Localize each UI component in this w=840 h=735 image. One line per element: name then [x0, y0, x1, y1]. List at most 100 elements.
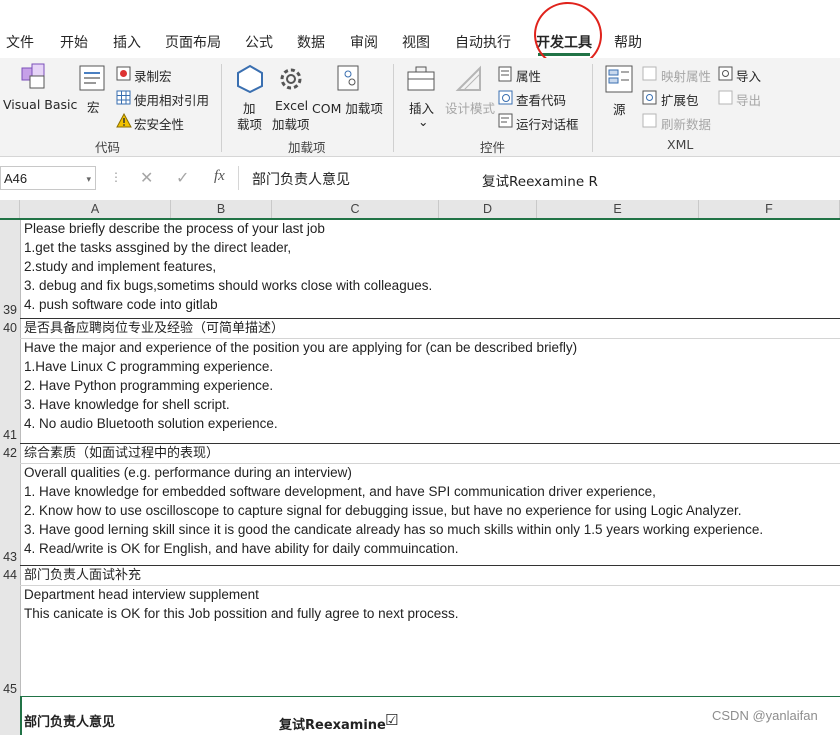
column-header-d[interactable]: D — [439, 200, 537, 218]
addins-label-line2[interactable]: 载项 — [237, 114, 262, 133]
cell-text: 2.study and implement features, — [24, 259, 217, 274]
visual-basic-button[interactable]: Visual Basic — [3, 97, 77, 112]
separator — [592, 64, 593, 152]
tab-data[interactable]: 数据 — [297, 28, 325, 58]
view-code-button[interactable]: 查看代码 — [516, 90, 566, 109]
properties-button[interactable]: 属性 — [516, 66, 541, 85]
xml-source-button[interactable]: 源 — [613, 99, 626, 118]
tab-home[interactable]: 开始 — [60, 28, 88, 58]
cell-text: Overall qualities (e.g. performance duri… — [24, 465, 352, 480]
watermark: CSDN @yanlaifan — [712, 708, 818, 723]
dropdown-arrow-icon[interactable]: ▾ — [86, 167, 91, 191]
row-header-41[interactable]: 41 — [0, 428, 20, 442]
insert-function-icon[interactable]: fx — [214, 168, 225, 185]
run-dialog-icon — [498, 113, 513, 128]
cell-text: 3. Have knowledge for shell script. — [24, 397, 230, 412]
ribbon: Visual Basic 宏 录制宏 使用相对引用 宏安全性 代码 加 载项 E… — [0, 58, 840, 157]
cell-text: Department head interview supplement — [24, 587, 259, 602]
row-header-44[interactable]: 44 — [0, 568, 20, 582]
map-properties-icon — [642, 66, 657, 81]
macro-button[interactable]: 宏 — [87, 97, 100, 116]
row-header-40[interactable]: 40 — [0, 321, 20, 335]
group-label-code: 代码 — [95, 140, 121, 155]
checkbox-icon[interactable]: ☑ — [385, 711, 398, 729]
excel-addins-line2[interactable]: 加载项 — [272, 114, 310, 133]
run-dialog-button[interactable]: 运行对话框 — [516, 114, 579, 133]
cancel-icon[interactable]: ✕ — [140, 168, 153, 188]
cell-text: 1.get the tasks assgined by the direct l… — [24, 240, 292, 255]
visual-basic-icon — [21, 63, 45, 89]
tab-page-layout[interactable]: 页面布局 — [165, 28, 221, 58]
separator — [221, 64, 222, 152]
row-header-42[interactable]: 42 — [0, 446, 20, 460]
column-header-c[interactable]: C — [272, 200, 439, 218]
expansion-packs-button[interactable]: 扩展包 — [661, 90, 699, 109]
selected-cell-border — [20, 697, 22, 735]
excel-addins-line1[interactable]: Excel — [275, 98, 308, 113]
com-addins-icon — [337, 65, 359, 91]
group-label-controls: 控件 — [480, 140, 506, 155]
xml-source-icon — [605, 65, 633, 93]
select-all-corner[interactable] — [0, 200, 20, 218]
cell-text: 2. Have Python programming experience. — [24, 378, 274, 393]
cell-text: 2. Know how to use oscilloscope to captu… — [24, 503, 742, 518]
import-button[interactable]: 导入 — [736, 66, 761, 85]
record-macro-icon — [116, 66, 131, 81]
column-header-f[interactable]: F — [699, 200, 840, 218]
design-mode-icon — [455, 65, 481, 91]
selected-cell-text[interactable]: 部门负责人意见 — [24, 714, 115, 733]
export-button[interactable]: 导出 — [736, 90, 761, 109]
tab-view[interactable]: 视图 — [402, 28, 430, 58]
cell-text: 部门负责人面试补充 — [24, 568, 142, 583]
gear-icon — [280, 68, 302, 90]
row-header-43[interactable]: 43 — [0, 550, 20, 564]
relative-reference-button[interactable]: 使用相对引用 — [134, 90, 209, 109]
column-header-a[interactable]: A — [20, 200, 171, 218]
addins-icon — [237, 64, 263, 94]
cell-text: Please briefly describe the process of y… — [24, 221, 325, 236]
more-icon: ⋮ — [110, 170, 122, 184]
row-header-45[interactable]: 45 — [0, 682, 20, 696]
com-addins-button[interactable]: COM 加载项 — [312, 98, 383, 117]
tab-insert[interactable]: 插入 — [113, 28, 141, 58]
cell-text: 4. No audio Bluetooth solution experienc… — [24, 416, 278, 431]
macro-icon — [79, 65, 105, 91]
expansion-packs-icon — [642, 90, 657, 105]
tab-review[interactable]: 审阅 — [350, 28, 378, 58]
row-border — [20, 318, 840, 319]
properties-icon — [498, 66, 512, 82]
refresh-data-icon — [642, 113, 657, 128]
group-label-xml: XML — [667, 137, 694, 152]
cell-text: 4. push software code into gitlab — [24, 297, 218, 312]
column-header-e[interactable]: E — [537, 200, 699, 218]
formula-input-continued: 复试Reexamine R — [482, 174, 598, 190]
record-macro-button[interactable]: 录制宏 — [134, 66, 172, 85]
row-header-39[interactable]: 39 — [0, 303, 20, 317]
tab-help[interactable]: 帮助 — [614, 28, 642, 58]
toolbox-icon — [407, 66, 435, 91]
menu-bar: 文件 开始 插入 页面布局 公式 数据 审阅 视图 自动执行 开发工具 帮助 — [0, 28, 840, 58]
cell-text: 3. debug and fix bugs,sometims should wo… — [24, 278, 433, 293]
name-box[interactable]: A46 ▾ — [0, 166, 96, 190]
column-header-b[interactable]: B — [171, 200, 272, 218]
divider — [238, 166, 239, 190]
row-border — [20, 443, 840, 444]
cell-text: This canicate is OK for this Job possiti… — [24, 606, 459, 621]
view-code-icon — [498, 90, 513, 105]
design-mode-button[interactable]: 设计模式 — [445, 98, 495, 117]
relative-reference-icon — [116, 90, 131, 105]
cell-text: 3. Have good lerning skill since it is g… — [24, 522, 764, 537]
refresh-data-button[interactable]: 刷新数据 — [661, 114, 711, 133]
group-label-addins: 加载项 — [288, 140, 326, 155]
map-properties-button[interactable]: 映射属性 — [661, 66, 711, 85]
tab-automate[interactable]: 自动执行 — [455, 28, 511, 58]
column-header-bar: A B C D E F — [0, 200, 840, 220]
row-border — [20, 565, 840, 566]
tab-file[interactable]: 文件 — [6, 28, 34, 58]
macro-security-button[interactable]: 宏安全性 — [134, 114, 184, 133]
tab-formulas[interactable]: 公式 — [245, 28, 273, 58]
row-header-bar — [0, 220, 21, 735]
confirm-icon[interactable]: ✓ — [176, 168, 189, 188]
formula-input[interactable]: 部门负责人意见 — [252, 169, 350, 189]
cell-text: 综合素质（如面试过程中的表现） — [24, 446, 220, 461]
